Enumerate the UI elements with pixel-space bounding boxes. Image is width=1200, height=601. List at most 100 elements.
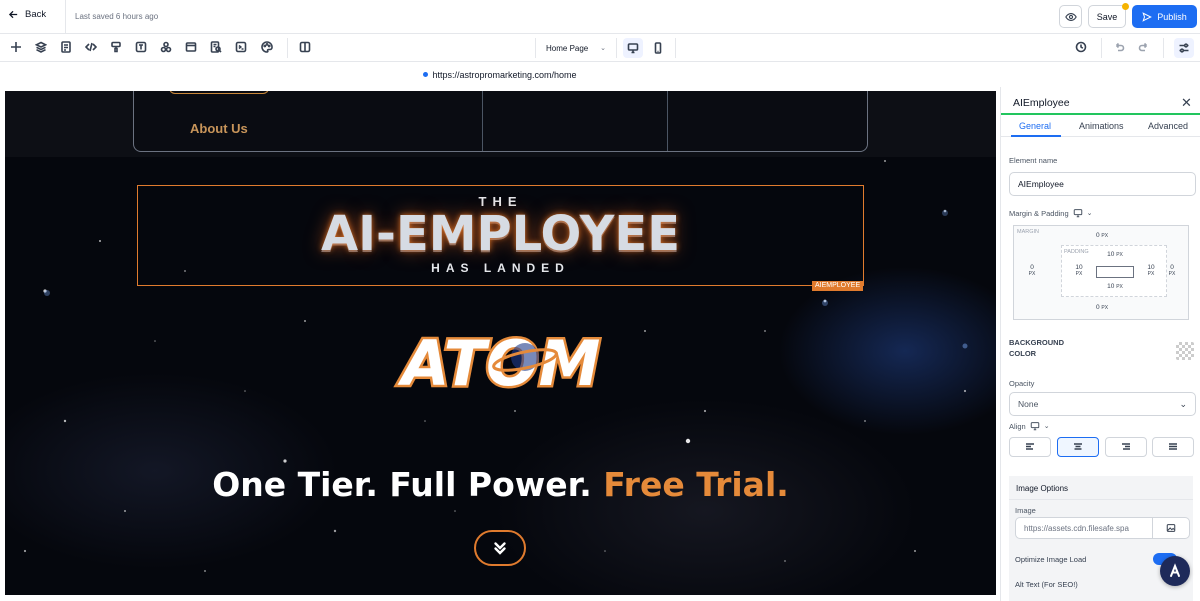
margin-top[interactable]: 0 PX xyxy=(1092,232,1112,239)
element-name-value: AIEmployee xyxy=(1018,179,1064,189)
assistant-launcher-button[interactable] xyxy=(1160,556,1190,586)
opacity-label: Opacity xyxy=(1009,379,1035,388)
page-url: https://astropromarketing.com/home xyxy=(432,69,577,80)
history-icon[interactable] xyxy=(1074,40,1088,54)
scroll-down-button[interactable] xyxy=(474,530,526,566)
align-right-icon xyxy=(1122,443,1130,450)
align-justify-icon xyxy=(1169,443,1177,450)
divider xyxy=(616,38,617,58)
hero-line-landed: HAS LANDED xyxy=(431,261,570,275)
divider xyxy=(1101,38,1102,58)
undo-icon[interactable] xyxy=(1112,40,1126,54)
padding-tag: PADDING xyxy=(1064,249,1089,255)
alt-text-label: Alt Text (For SEO!) xyxy=(1015,580,1078,589)
layout-icon[interactable] xyxy=(184,40,198,54)
hero-headline: AI-EMPLOYEE xyxy=(321,206,680,262)
divider xyxy=(675,38,676,58)
page-select[interactable]: Home Page ⌄ xyxy=(538,38,614,58)
tagline-accent: Free Trial. xyxy=(603,465,789,504)
mobile-view-button[interactable] xyxy=(648,38,668,58)
background-color-swatch[interactable] xyxy=(1176,342,1194,360)
notification-dot xyxy=(1122,3,1129,10)
redo-icon[interactable] xyxy=(1137,40,1151,54)
panel-title: AIEmployee xyxy=(1013,97,1070,109)
chevron-down-icon[interactable]: ⌄ xyxy=(1044,422,1050,430)
padding-box: PADDING 10 PX 10 PX 10 PX 10 PX xyxy=(1061,245,1167,297)
add-icon[interactable] xyxy=(9,40,23,54)
pages-icon[interactable] xyxy=(59,40,73,54)
preview-button[interactable] xyxy=(1059,5,1082,28)
monitor-icon[interactable] xyxy=(1030,421,1040,431)
settings-sliders-button[interactable] xyxy=(1174,38,1194,58)
paint-icon[interactable] xyxy=(109,40,123,54)
desktop-view-button[interactable] xyxy=(623,38,643,58)
align-left-button[interactable] xyxy=(1009,437,1051,457)
tab-advanced[interactable]: Advanced xyxy=(1148,121,1188,131)
padding-right[interactable]: 10 PX xyxy=(1144,264,1158,277)
align-center-button[interactable] xyxy=(1057,437,1099,457)
opacity-value: None xyxy=(1018,399,1039,409)
components-icon[interactable] xyxy=(159,40,173,54)
arrow-left-icon xyxy=(8,10,18,19)
image-label: Image xyxy=(1015,506,1036,515)
palette-icon[interactable] xyxy=(260,40,274,54)
background-color-label: BACKGROUND COLOR xyxy=(1009,338,1064,358)
send-icon xyxy=(1142,11,1153,22)
align-justify-button[interactable] xyxy=(1152,437,1194,457)
code-icon[interactable] xyxy=(84,40,98,54)
padding-left[interactable]: 10 PX xyxy=(1072,264,1086,277)
margin-right[interactable]: 0 PX xyxy=(1166,264,1178,277)
back-button[interactable]: Back xyxy=(8,9,46,20)
last-saved-status: Last saved 6 hours ago xyxy=(75,12,159,21)
element-name-label: Element name xyxy=(1009,156,1058,165)
page-select-value: Home Page xyxy=(546,43,589,53)
panel-accent-bar xyxy=(1001,113,1200,115)
divider xyxy=(667,91,668,151)
divider xyxy=(287,38,288,58)
margin-padding-editor: MARGIN 0 PX 0 PX 0 PX 0 PX PADDING 10 PX 1… xyxy=(1013,225,1189,320)
image-options-heading: Image Options xyxy=(1016,484,1069,493)
nav-link-about[interactable]: About Us xyxy=(190,121,248,136)
divider xyxy=(535,38,536,58)
url-bar: https://astropromarketing.com/home xyxy=(0,62,1000,87)
margin-padding-text: Margin & Padding xyxy=(1009,208,1069,218)
divider xyxy=(1009,499,1193,500)
opacity-select[interactable]: None ⌄ xyxy=(1009,392,1196,416)
image-url-input[interactable]: https://assets.cdn.filesafe.spa xyxy=(1015,517,1153,539)
image-picker-button[interactable] xyxy=(1152,517,1190,539)
image-url-value: https://assets.cdn.filesafe.spa xyxy=(1024,523,1129,533)
margin-left[interactable]: 0 PX xyxy=(1026,264,1038,277)
monitor-icon xyxy=(627,43,639,54)
close-icon[interactable]: ✕ xyxy=(1181,95,1192,111)
text-icon[interactable] xyxy=(134,40,148,54)
publish-button[interactable]: Publish xyxy=(1132,5,1197,28)
split-view-icon[interactable] xyxy=(298,40,312,54)
monitor-icon[interactable] xyxy=(1073,208,1083,218)
save-button[interactable]: Save xyxy=(1088,5,1126,28)
optimize-image-label: Optimize Image Load xyxy=(1015,555,1087,564)
editor-toolbar: Home Page ⌄ xyxy=(0,34,1200,62)
tab-general[interactable]: General xyxy=(1019,121,1051,131)
element-name-input[interactable]: AIEmployee xyxy=(1009,172,1196,196)
align-left-icon xyxy=(1026,443,1034,450)
status-dot xyxy=(423,72,429,77)
hero-tagline: One Tier. Full Power. Free Trial. xyxy=(5,465,996,504)
image-icon xyxy=(1166,524,1176,532)
active-tab-indicator xyxy=(1011,135,1061,137)
margin-bottom[interactable]: 0 PX xyxy=(1092,304,1112,311)
tagline-main: One Tier. Full Power. xyxy=(212,465,592,504)
terminal-icon[interactable] xyxy=(234,40,248,54)
seo-icon[interactable] xyxy=(209,40,223,54)
chevron-down-icon[interactable]: ⌄ xyxy=(1087,209,1093,217)
panel-tabs: General Animations Advanced xyxy=(1001,117,1200,137)
padding-top[interactable]: 10 PX xyxy=(1103,251,1127,258)
nav-button-outline[interactable] xyxy=(169,91,269,94)
align-right-button[interactable] xyxy=(1105,437,1147,457)
layers-icon[interactable] xyxy=(34,40,48,54)
tab-animations[interactable]: Animations xyxy=(1079,121,1124,131)
padding-bottom[interactable]: 10 PX xyxy=(1103,283,1127,290)
eye-icon xyxy=(1064,12,1077,21)
page-canvas[interactable]: About Us AIEMPLOYEE THE AI-EMPLOYEE HAS … xyxy=(5,91,996,595)
align-center-icon xyxy=(1074,443,1082,450)
margin-tag: MARGIN xyxy=(1017,229,1039,235)
